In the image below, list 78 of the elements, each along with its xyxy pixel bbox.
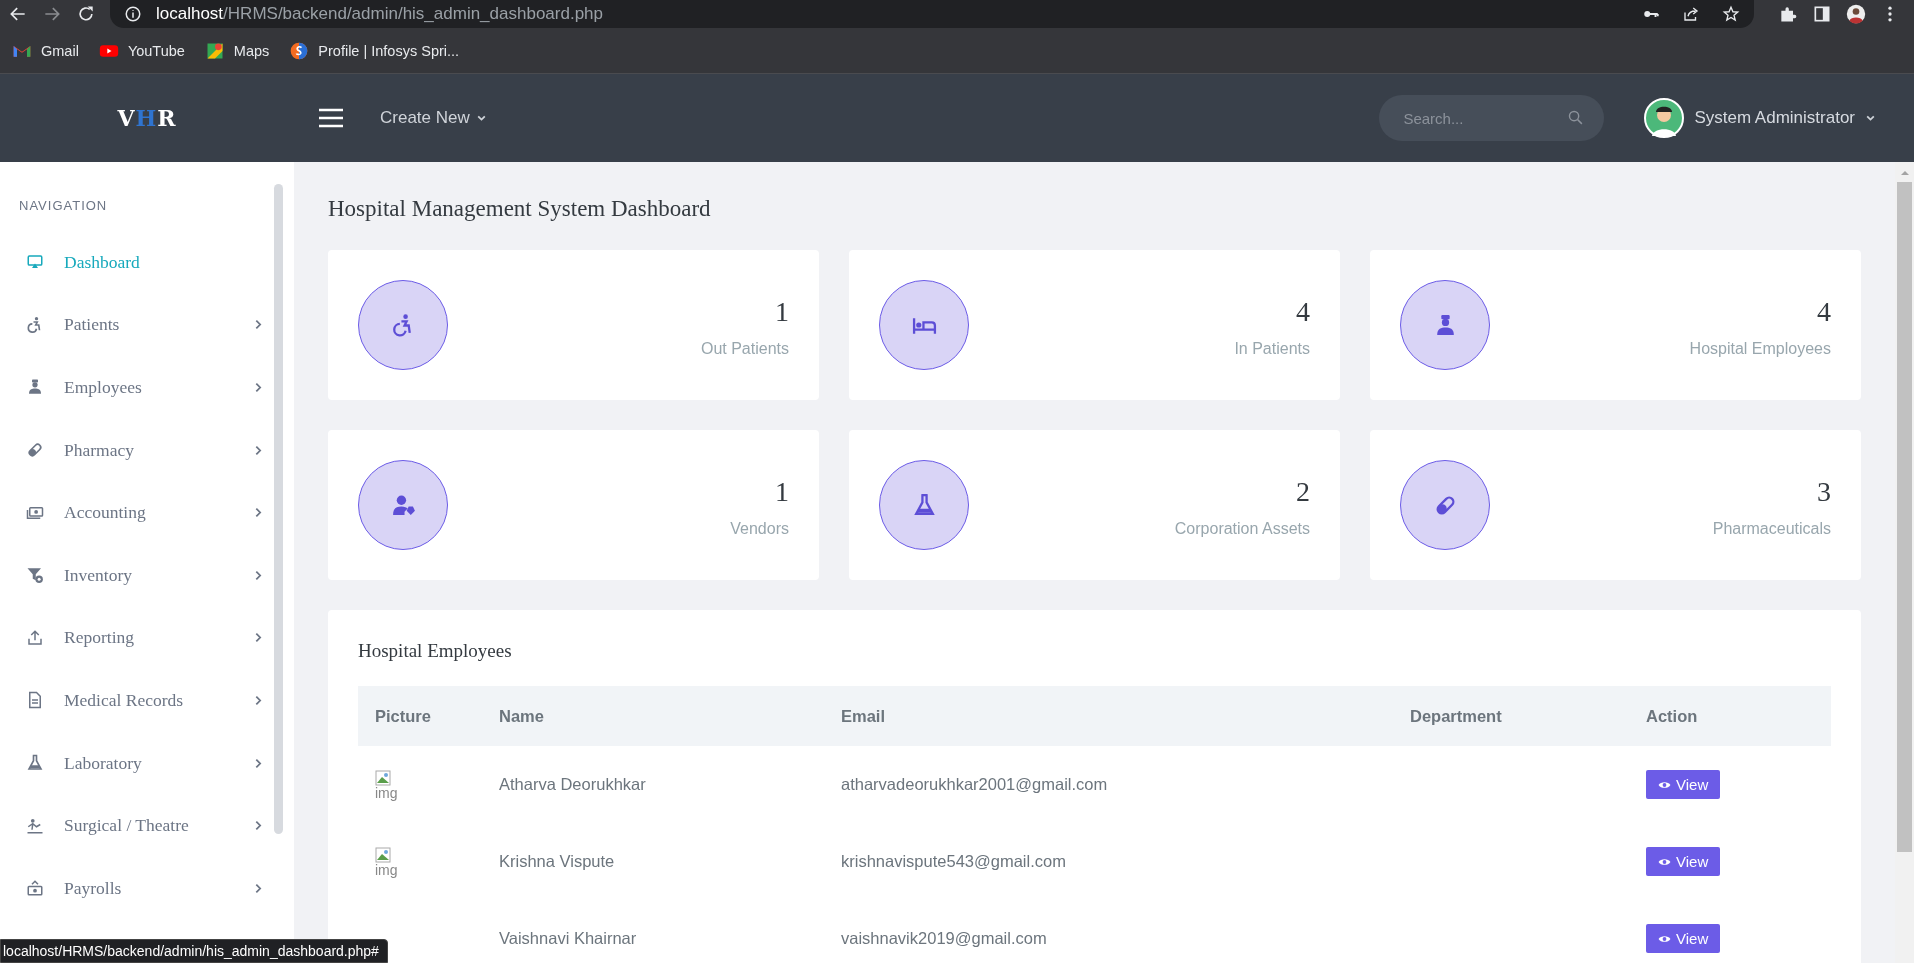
sidebar-item[interactable]: Patients xyxy=(0,293,294,357)
puzzle-icon[interactable] xyxy=(1778,4,1798,24)
navigation-heading: NAVIGATION xyxy=(18,198,109,213)
reload-icon[interactable] xyxy=(76,4,96,24)
filter-icon xyxy=(26,566,44,585)
sidebar-item[interactable]: Reporting xyxy=(0,606,294,670)
sidebar-item[interactable]: Laboratory xyxy=(0,731,294,795)
flask-icon xyxy=(911,492,937,518)
table-cell: atharvadeorukhkar2001@gmail.com xyxy=(824,746,1393,823)
column-header: Picture xyxy=(358,686,482,746)
cashbox-icon xyxy=(26,879,44,898)
sidebar-item[interactable]: Payrolls xyxy=(0,856,294,920)
stat-value: 2 xyxy=(1296,476,1310,508)
sidebar-item[interactable]: Accounting xyxy=(0,481,294,544)
sidebar-item[interactable]: Employees xyxy=(0,356,294,419)
stat-label: Vendors xyxy=(729,520,789,538)
doctor-icon xyxy=(26,378,44,397)
address-bar[interactable]: localhost/HRMS/backend/admin/his_admin_dashboard.php xyxy=(110,0,1754,28)
status-url: localhost/HRMS/backend/admin/his_admin_dashboard.php# xyxy=(0,939,388,963)
search-icon[interactable] xyxy=(1567,109,1585,126)
profile-logo-icon xyxy=(289,40,310,61)
sidebar-item[interactable]: Dashboard xyxy=(0,231,294,294)
eye-icon xyxy=(1658,856,1671,867)
eye-icon xyxy=(1658,933,1671,944)
column-header: Name xyxy=(482,686,824,746)
table-cell: Atharva Deorukhkar xyxy=(482,746,824,823)
flask-icon xyxy=(26,754,44,773)
view-button[interactable]: View xyxy=(1646,924,1721,953)
table-cell-text: vaishnavik2019@gmail.com xyxy=(840,928,1048,949)
menu-icon[interactable] xyxy=(318,108,344,128)
view-button[interactable]: View xyxy=(1646,770,1721,799)
stat-value: 1 xyxy=(775,476,789,508)
create-new-dropdown[interactable]: Create New xyxy=(374,107,493,129)
logo[interactable]: VHR xyxy=(117,105,177,131)
user-menu[interactable]: System Administrator xyxy=(1644,98,1876,138)
table-cell-text: Vaishnavi Khairnar xyxy=(498,928,638,949)
column-header: Department xyxy=(1393,686,1629,746)
sidebar-item[interactable]: Pharmacy xyxy=(0,418,294,482)
eye-icon xyxy=(1658,779,1671,790)
share-icon[interactable] xyxy=(1682,5,1700,23)
stat-value: 4 xyxy=(1817,296,1831,328)
upload-icon xyxy=(26,628,44,647)
avatar-icon[interactable] xyxy=(1846,4,1866,24)
stat-value: 3 xyxy=(1817,476,1831,508)
search-field[interactable]: Search... xyxy=(1379,95,1605,141)
table-cell-text: Krishna Vispute xyxy=(498,851,616,872)
side-panel-icon[interactable] xyxy=(1812,4,1832,24)
card-title: Hospital Employees xyxy=(358,640,512,662)
surgery-icon xyxy=(26,816,44,835)
stat-label: Out Patients xyxy=(699,340,789,358)
column-header: Email xyxy=(824,686,1393,746)
stat-value: 4 xyxy=(1296,296,1310,328)
stat-label: In Patients xyxy=(1233,340,1310,358)
broken-image: img xyxy=(375,769,398,800)
document-icon xyxy=(26,691,44,710)
stat-label: Hospital Employees xyxy=(1688,340,1831,358)
bookmark[interactable]: Gmail xyxy=(12,40,79,61)
star-icon[interactable] xyxy=(1722,5,1740,23)
url-text: localhost/HRMS/backend/admin/his_admin_dashboard.php xyxy=(156,4,603,24)
avatar-icon xyxy=(1644,98,1685,138)
table-cell-text: krishnavispute543@gmail.com xyxy=(840,851,1067,872)
column-header: Action xyxy=(1629,686,1831,746)
view-button[interactable]: View xyxy=(1646,847,1721,876)
pill-icon xyxy=(26,441,44,460)
bookmark[interactable]: YouTube xyxy=(98,40,185,61)
sidebar-item[interactable]: Medical Records xyxy=(0,669,294,732)
scrollbar[interactable] xyxy=(1895,162,1914,963)
stat-value: 1 xyxy=(775,296,789,328)
page-title: Hospital Management System Dashboard xyxy=(328,196,712,222)
info-icon xyxy=(124,5,142,23)
broken-image: img xyxy=(375,846,398,877)
scrollbar[interactable] xyxy=(274,184,283,834)
bookmark[interactable]: Profile | Infosys Spri... xyxy=(289,40,460,61)
stat-label: Corporation Assets xyxy=(1173,520,1310,538)
stat-label: Pharmaceuticals xyxy=(1711,520,1831,538)
sidebar-item[interactable]: Inventory xyxy=(0,543,294,607)
bookmark[interactable]: Maps xyxy=(204,40,270,61)
sidebar-item[interactable]: Surgical / Theatre xyxy=(0,794,294,857)
